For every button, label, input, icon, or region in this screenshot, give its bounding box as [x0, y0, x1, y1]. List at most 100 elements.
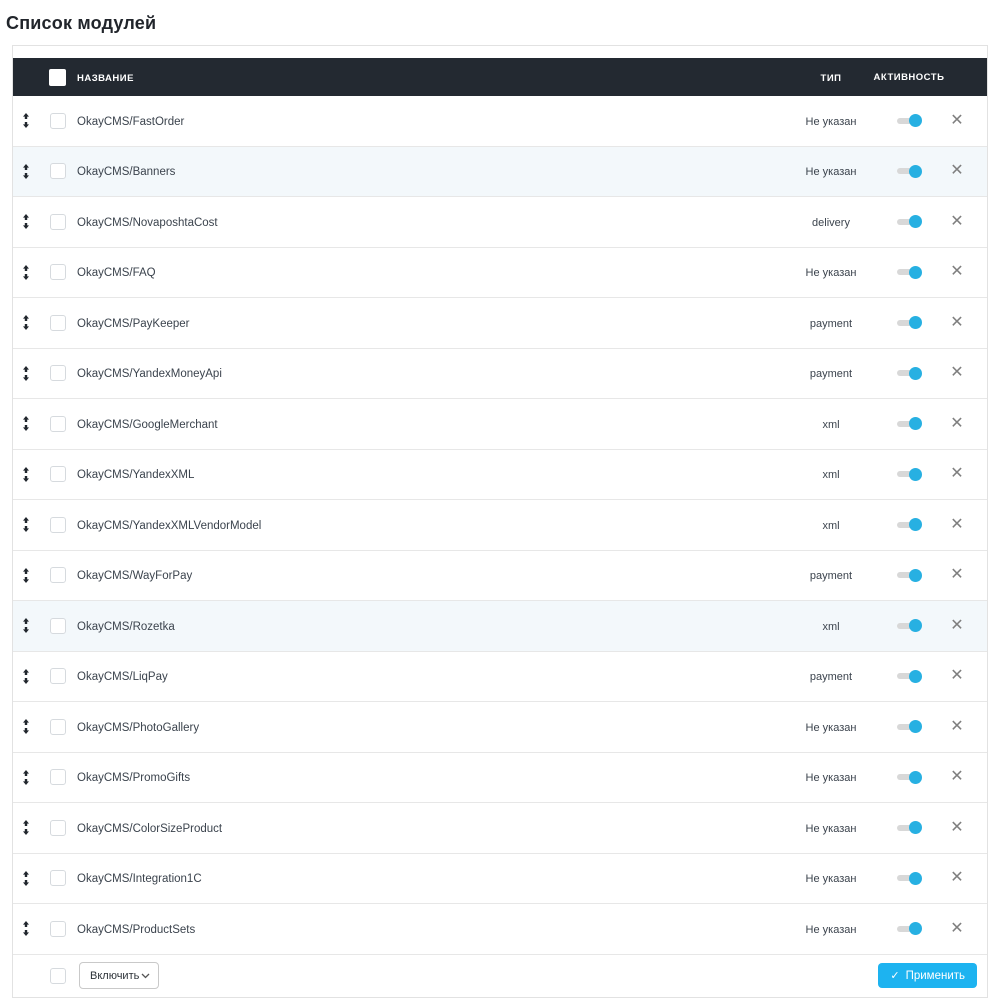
row-checkbox[interactable] — [49, 314, 66, 331]
activity-toggle[interactable] — [896, 114, 922, 128]
delete-icon[interactable]: ✕ — [950, 870, 963, 886]
drag-handle-icon[interactable] — [22, 719, 30, 735]
module-name: OkayCMS/WayForPay — [77, 570, 193, 583]
delete-icon[interactable]: ✕ — [950, 112, 963, 129]
row-checkbox[interactable] — [49, 870, 66, 887]
drag-handle-icon[interactable] — [22, 820, 30, 836]
delete-icon[interactable]: ✕ — [950, 163, 963, 179]
table-row: OkayCMS/FastOrder Не указан ✕ — [13, 96, 987, 147]
drag-handle-icon[interactable] — [22, 163, 30, 179]
delete-icon[interactable]: ✕ — [950, 415, 963, 432]
module-name: OkayCMS/NovaposhtaCost — [77, 216, 218, 229]
module-name: OkayCMS/PromoGifts — [77, 772, 191, 785]
drag-handle-icon[interactable] — [22, 466, 30, 482]
select-all-checkbox[interactable] — [49, 68, 66, 86]
drag-handle-icon[interactable] — [22, 214, 30, 230]
table-body: OkayCMS/FastOrder Не указан ✕ OkayCMS/Ba… — [13, 96, 987, 955]
row-checkbox[interactable] — [49, 769, 66, 786]
row-checkbox[interactable] — [49, 920, 66, 937]
drag-handle-icon[interactable] — [22, 113, 30, 129]
drag-handle-icon[interactable] — [22, 769, 30, 785]
activity-toggle[interactable] — [896, 164, 922, 178]
table-row: OkayCMS/LiqPay payment ✕ — [13, 651, 987, 702]
activity-toggle[interactable] — [896, 669, 922, 683]
apply-button-label: Применить — [905, 969, 965, 982]
row-checkbox[interactable] — [49, 163, 66, 180]
activity-toggle[interactable] — [896, 619, 922, 633]
activity-toggle[interactable] — [896, 922, 922, 936]
row-checkbox[interactable] — [49, 213, 66, 230]
table-row: OkayCMS/GoogleMerchant xml ✕ — [13, 399, 987, 450]
bulk-action-select[interactable]: Включить — [79, 962, 159, 989]
delete-icon[interactable]: ✕ — [950, 466, 963, 482]
module-name: OkayCMS/PayKeeper — [77, 317, 190, 330]
delete-icon[interactable]: ✕ — [950, 920, 963, 937]
module-name: OkayCMS/YandexXMLVendorModel — [77, 519, 262, 532]
activity-toggle[interactable] — [896, 265, 922, 279]
module-type: payment — [809, 570, 853, 583]
delete-icon[interactable]: ✕ — [950, 314, 963, 331]
delete-icon[interactable]: ✕ — [950, 668, 963, 684]
row-checkbox[interactable] — [49, 668, 66, 685]
delete-icon[interactable]: ✕ — [950, 769, 963, 785]
delete-icon[interactable]: ✕ — [950, 617, 963, 634]
module-name: OkayCMS/Integration1C — [77, 873, 202, 886]
row-checkbox[interactable] — [49, 718, 66, 735]
drag-handle-icon[interactable] — [22, 567, 30, 583]
row-checkbox[interactable] — [49, 819, 66, 836]
module-name: OkayCMS/LiqPay — [77, 671, 168, 684]
activity-toggle[interactable] — [896, 518, 922, 532]
delete-icon[interactable]: ✕ — [950, 213, 963, 230]
module-type: xml — [822, 418, 840, 431]
drag-handle-icon[interactable] — [22, 921, 30, 937]
module-type: Не указан — [805, 115, 857, 128]
module-name: OkayCMS/Banners — [77, 166, 176, 179]
activity-toggle[interactable] — [896, 467, 922, 481]
module-type: Не указан — [805, 873, 857, 886]
module-type: xml — [822, 469, 840, 482]
modules-table: НАЗВАНИЕ ТИП АКТИВНОСТЬ OkayCMS/FastOrde… — [12, 45, 988, 998]
drag-handle-icon[interactable] — [22, 365, 30, 381]
footer-select-checkbox[interactable] — [49, 967, 66, 984]
row-checkbox[interactable] — [49, 466, 66, 483]
row-checkbox[interactable] — [49, 365, 66, 382]
delete-icon[interactable]: ✕ — [950, 365, 963, 381]
row-checkbox[interactable] — [49, 112, 66, 129]
table-header: НАЗВАНИЕ ТИП АКТИВНОСТЬ — [13, 58, 987, 96]
row-checkbox[interactable] — [49, 516, 66, 533]
drag-handle-icon[interactable] — [22, 668, 30, 684]
activity-toggle[interactable] — [896, 366, 922, 380]
check-icon: ✓ — [890, 970, 900, 982]
module-name: OkayCMS/Rozetka — [77, 620, 175, 633]
activity-toggle[interactable] — [896, 417, 922, 431]
delete-icon[interactable]: ✕ — [950, 718, 963, 735]
table-row: OkayCMS/YandexXMLVendorModel xml ✕ — [13, 500, 987, 551]
activity-toggle[interactable] — [896, 568, 922, 582]
activity-toggle[interactable] — [896, 821, 922, 835]
drag-handle-icon[interactable] — [22, 870, 30, 886]
activity-toggle[interactable] — [896, 316, 922, 330]
delete-icon[interactable]: ✕ — [950, 264, 963, 280]
delete-icon[interactable]: ✕ — [950, 819, 963, 836]
activity-toggle[interactable] — [896, 720, 922, 734]
activity-toggle[interactable] — [896, 770, 922, 784]
drag-handle-icon[interactable] — [22, 416, 30, 432]
row-checkbox[interactable] — [49, 264, 66, 281]
activity-toggle[interactable] — [896, 215, 922, 229]
table-row: OkayCMS/YandexMoneyApi payment ✕ — [13, 348, 987, 399]
module-type: payment — [809, 317, 853, 330]
drag-handle-icon[interactable] — [22, 264, 30, 280]
apply-button[interactable]: ✓ Применить — [878, 963, 977, 988]
row-checkbox[interactable] — [49, 415, 66, 432]
drag-handle-icon[interactable] — [22, 517, 30, 533]
activity-toggle[interactable] — [896, 871, 922, 885]
table-row: OkayCMS/ProductSets Не указан ✕ — [13, 904, 987, 955]
delete-icon[interactable]: ✕ — [950, 516, 963, 533]
delete-icon[interactable]: ✕ — [950, 567, 963, 583]
table-row: OkayCMS/WayForPay payment ✕ — [13, 550, 987, 601]
table-row: OkayCMS/YandexXML xml ✕ — [13, 449, 987, 500]
row-checkbox[interactable] — [49, 617, 66, 634]
row-checkbox[interactable] — [49, 567, 66, 584]
drag-handle-icon[interactable] — [22, 618, 30, 634]
drag-handle-icon[interactable] — [22, 315, 30, 331]
